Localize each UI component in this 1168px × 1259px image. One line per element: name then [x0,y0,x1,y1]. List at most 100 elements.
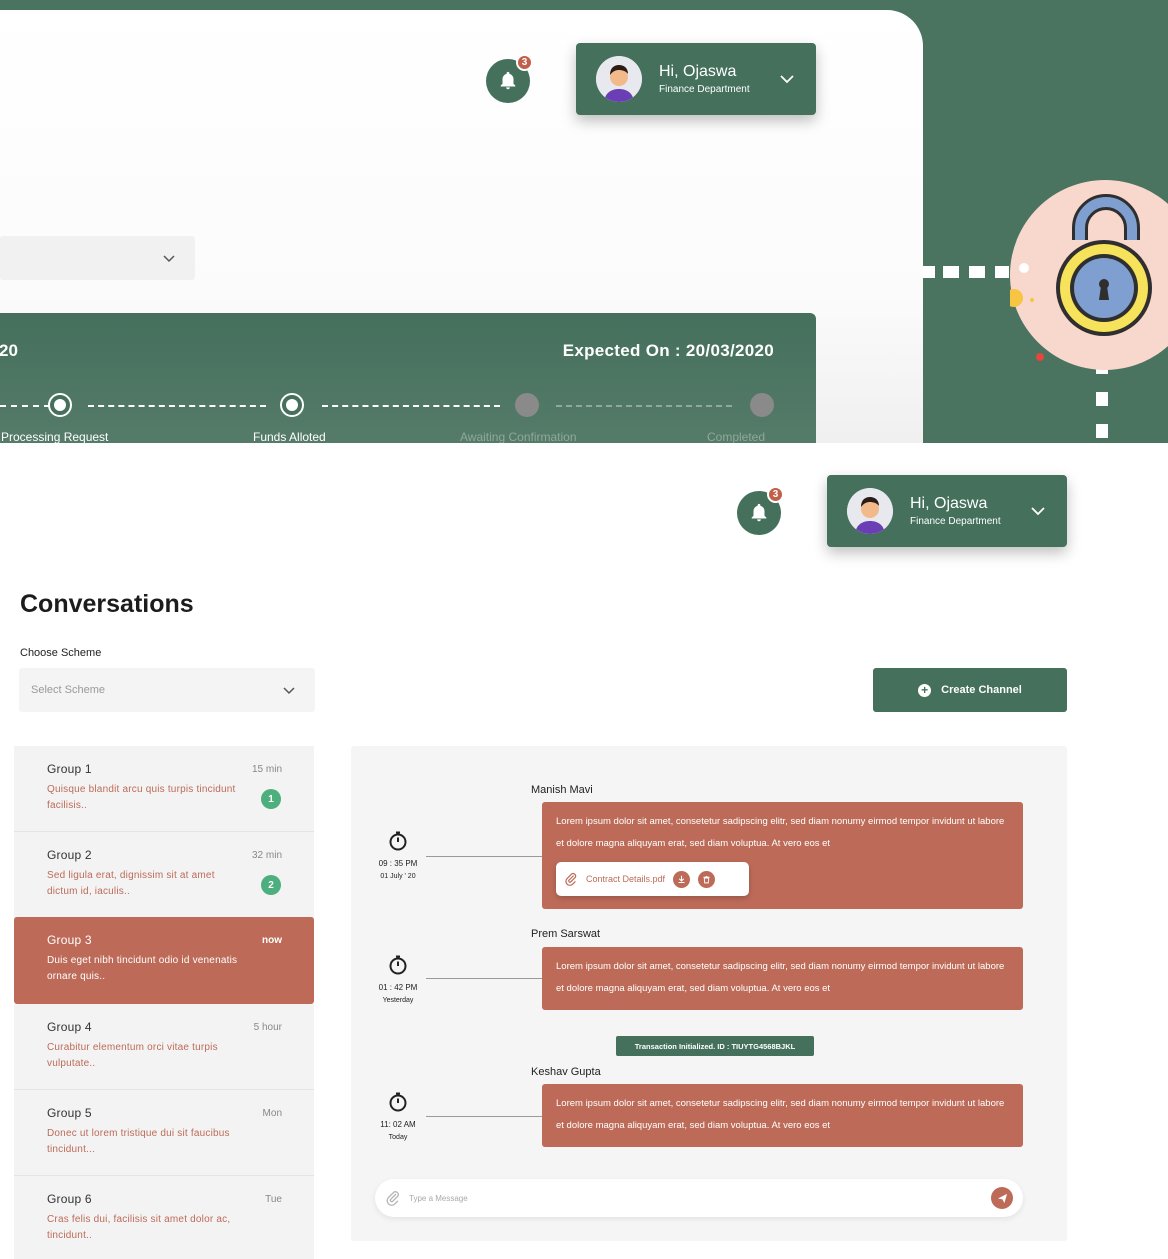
trash-icon [703,875,710,883]
group-preview: Donec ut lorem tristique dui sit faucibu… [47,1128,230,1155]
stage-label-funds-alloted: Funds Alloted [253,430,326,444]
avatar [596,56,642,102]
background-dashboard-panel: 3 Hi, Ojaswa Finance Department 20 Expec… [0,10,923,490]
group-time: now [262,935,282,946]
stage-dot-completed [750,393,774,417]
message-bubble: Lorem ipsum dolor sit amet, consetetur s… [542,947,1023,1010]
stage-connector [322,405,500,407]
background-scheme-select[interactable] [0,236,195,280]
group-name: Group 6 [47,1192,92,1206]
chevron-down-icon [163,255,175,263]
message-time: 11: 02 AM [380,1120,416,1129]
message-day: 01 July ' 20 [380,873,416,880]
group-item[interactable]: Group 5 Mon Donec ut lorem tristique dui… [14,1090,314,1176]
group-name: Group 5 [47,1106,92,1120]
tracker-left-text: 20 [0,341,18,360]
group-time: Mon [262,1108,282,1119]
message-sender: Keshav Gupta [531,1066,601,1078]
message-timestamp: 01 : 42 PM Yesterday [373,955,423,1004]
stage-dot-processing-request [48,393,72,417]
timeline-connector [426,1116,542,1117]
group-time: 15 min [251,764,282,775]
expected-date: Expected On : 20/03/2020 [562,341,774,360]
group-preview: Quisque blandit arcu quis turpis tincidu… [47,784,236,811]
chevron-down-icon [283,687,295,695]
download-icon [678,875,685,883]
message-sender: Manish Mavi [531,784,593,796]
user-greeting: Hi, Ojaswa [659,63,737,80]
unread-count-badge: 2 [261,875,281,895]
page-title: Conversations [20,590,194,618]
notification-count-badge: 3 [516,54,533,71]
group-time: Tue [265,1194,282,1205]
group-time: 32 min [251,850,282,861]
scheme-select-placeholder: Select Scheme [31,684,105,696]
paperclip-icon [565,872,577,886]
create-channel-label: Create Channel [941,684,1022,696]
notification-count-badge: 3 [767,486,784,503]
timeline-connector [426,856,542,857]
transaction-status-badge: Transaction Initialized. ID : TIUYTG4568… [616,1036,814,1056]
group-item[interactable]: Group 1 15 min Quisque blandit arcu quis… [14,746,314,832]
bell-icon [500,71,516,90]
message-day: Yesterday [382,997,414,1004]
user-profile-dropdown[interactable]: Hi, Ojaswa Finance Department [576,43,816,115]
notification-bell-button[interactable]: 3 [737,486,784,535]
stopwatch-icon [389,955,407,975]
message-day: Today [388,1134,408,1141]
message-timestamp: 11: 02 AM Today [373,1092,423,1141]
stage-connector [88,405,266,407]
padlock-illustration [1010,180,1168,380]
group-preview: Curabitur elementum orci vitae turpis vu… [47,1042,218,1069]
attachment-chip[interactable]: Contract Details.pdf [556,862,749,896]
group-list: Group 1 15 min Quisque blandit arcu quis… [14,746,314,1259]
message-bubble: Lorem ipsum dolor sit amet, consetetur s… [542,802,1023,909]
timeline-connector [426,978,542,979]
create-channel-button[interactable]: + Create Channel [873,668,1067,712]
group-item[interactable]: Group 6 Tue Cras felis dui, facilisis si… [14,1176,314,1259]
notification-bell-button[interactable]: 3 [486,54,533,103]
group-item[interactable]: Group 4 5 hour Curabitur elementum orci … [14,1004,314,1090]
send-icon [997,1193,1007,1203]
stage-connector [0,405,50,407]
delete-button[interactable] [698,870,716,888]
paperclip-icon[interactable] [385,1190,401,1206]
dotted-connector [923,266,1009,278]
stage-dot-funds-alloted [280,393,304,417]
user-department: Finance Department [659,84,750,95]
message-text: Lorem ipsum dolor sit amet, consetetur s… [556,1098,1005,1131]
message-time: 09 : 35 PM [378,859,418,868]
avatar [847,488,893,534]
message-text: Lorem ipsum dolor sit amet, consetetur s… [556,961,1005,994]
group-name: Group 4 [47,1020,92,1034]
send-button[interactable] [991,1187,1013,1209]
group-name: Group 1 [47,762,92,776]
chevron-down-icon [1031,507,1045,516]
group-preview: Sed ligula erat, dignissim sit at amet d… [47,870,215,897]
lock-icon [1010,194,1152,361]
attachment-name: Contract Details.pdf [586,874,666,884]
message-text: Lorem ipsum dolor sit amet, consetetur s… [556,816,1005,849]
bell-icon [751,503,767,522]
message-sender: Prem Sarswat [531,928,601,940]
chevron-down-icon [780,75,794,84]
message-composer [375,1179,1023,1217]
user-profile-dropdown[interactable]: Hi, Ojaswa Finance Department [827,475,1067,547]
group-item-active[interactable]: Group 3 now Duis eget nibh tincidunt odi… [14,917,314,1004]
message-timestamp: 09 : 35 PM 01 July ' 20 [373,831,423,880]
group-name: Group 3 [47,933,92,947]
message-input[interactable] [409,1193,991,1203]
message-bubble: Lorem ipsum dolor sit amet, consetetur s… [542,1084,1023,1147]
stage-label-completed: Completed [707,430,766,444]
unread-count-badge: 1 [261,789,281,809]
group-item[interactable]: Group 2 32 min Sed ligula erat, dignissi… [14,832,314,918]
scheme-select[interactable]: Select Scheme [19,668,315,712]
stage-label-awaiting-confirmation: Awaiting Confirmation [460,430,577,444]
plus-icon: + [918,683,932,697]
user-greeting: Hi, Ojaswa [910,495,988,512]
stage-label-processing-request: Processing Request [1,430,109,444]
stage-connector [556,405,732,407]
scheme-label: Choose Scheme [20,647,102,659]
download-button[interactable] [673,870,691,888]
group-name: Group 2 [47,848,92,862]
